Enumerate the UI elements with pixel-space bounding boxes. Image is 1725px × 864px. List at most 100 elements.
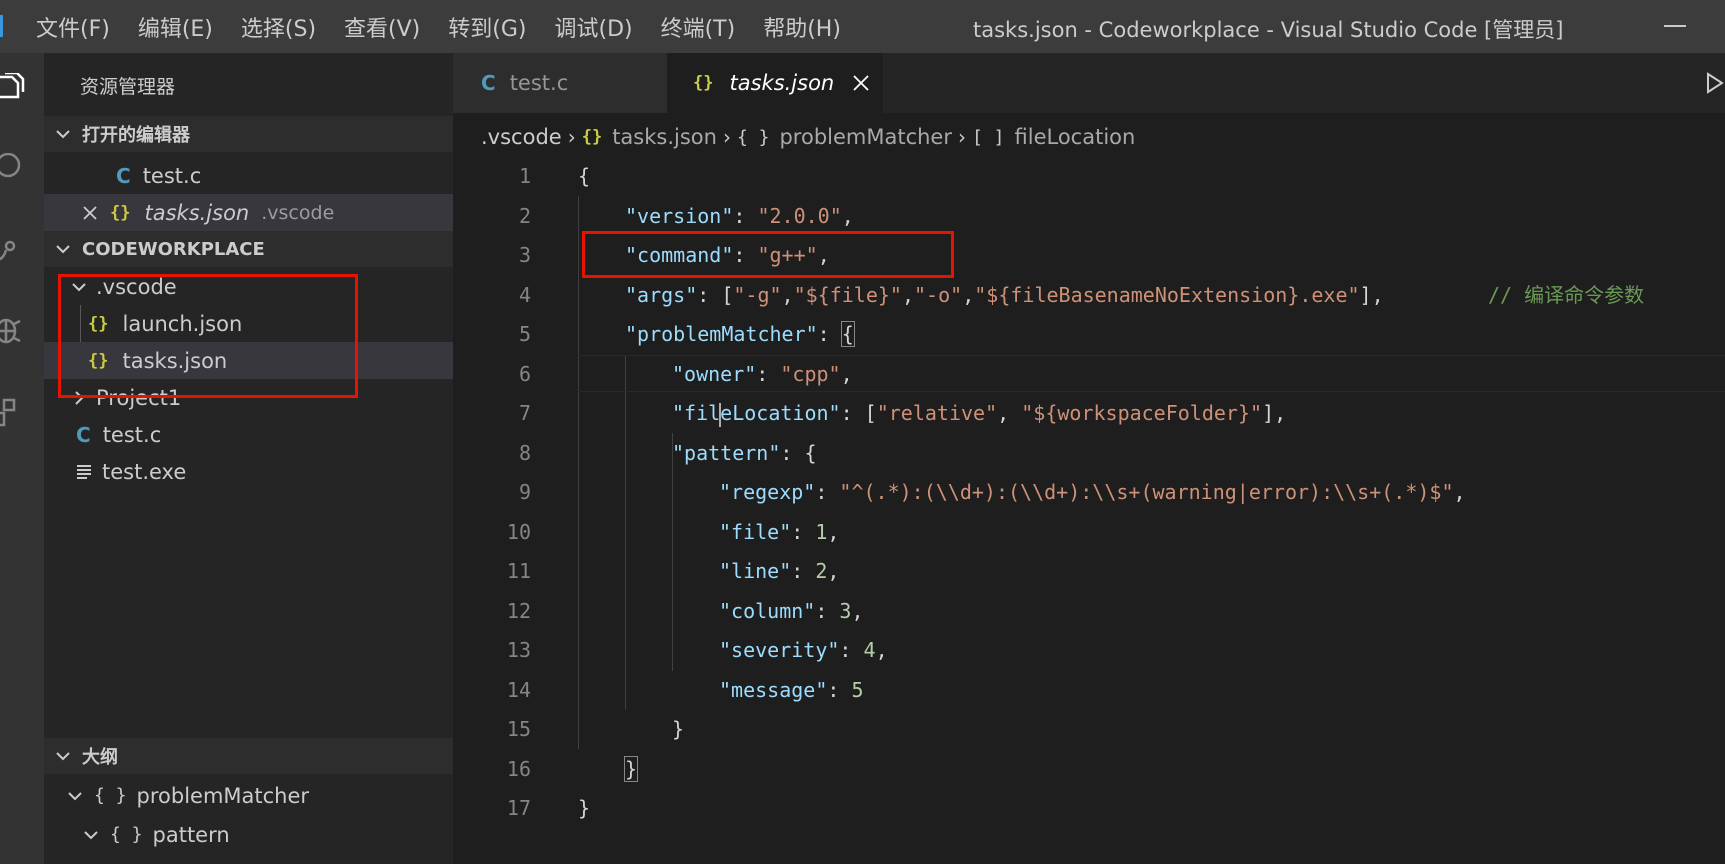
line-number: 11 bbox=[506, 559, 531, 583]
close-icon[interactable] bbox=[851, 73, 871, 93]
code-token: { bbox=[578, 164, 591, 188]
json-key: "line" bbox=[719, 559, 792, 583]
object-icon: { } bbox=[110, 824, 143, 845]
menu-go[interactable]: 转到(G) bbox=[448, 11, 526, 43]
activity-bar bbox=[0, 53, 44, 864]
code-token: : bbox=[839, 638, 864, 662]
outline-header[interactable]: 大纲 bbox=[44, 738, 453, 774]
title-bar: 文件(F) 编辑(E) 选择(S) 查看(V) 转到(G) 调试(D) 终端(T… bbox=[0, 0, 1725, 53]
code-token: , bbox=[840, 361, 853, 386]
code-token: : bbox=[827, 677, 852, 702]
code-editor[interactable]: 1 2 3 4 5 6 7 8 9 10 11 12 13 14 15 16 1… bbox=[453, 157, 1725, 864]
json-key: eLocation" bbox=[720, 401, 841, 425]
json-string: "cpp" bbox=[780, 361, 841, 386]
c-file-icon: C bbox=[481, 71, 496, 95]
line-number: 2 bbox=[518, 203, 531, 228]
json-key: "regexp" bbox=[719, 480, 816, 504]
code-token: : bbox=[815, 598, 840, 623]
json-string: "${fileBasenameNoExtension}.exe" bbox=[974, 282, 1360, 307]
open-editor-item-test-c[interactable]: C test.c bbox=[44, 157, 453, 194]
tree-file-test-exe[interactable]: test.exe bbox=[44, 453, 453, 490]
tab-tasks-json[interactable]: {} tasks.json bbox=[667, 53, 883, 113]
code-token: } bbox=[578, 796, 591, 820]
source-control-icon[interactable] bbox=[0, 238, 30, 268]
outline-item-problemmatcher[interactable]: { } problemMatcher bbox=[44, 777, 453, 814]
menu-help[interactable]: 帮助(H) bbox=[763, 11, 841, 43]
code-token: , bbox=[962, 282, 975, 307]
line-number: 8 bbox=[518, 440, 531, 465]
menu-debug[interactable]: 调试(D) bbox=[554, 11, 632, 43]
line-number: 9 bbox=[518, 480, 531, 504]
code-line: "args": ["-g","${file}","-o","${fileBase… bbox=[625, 276, 1384, 316]
search-icon[interactable] bbox=[0, 153, 30, 183]
workspace-header[interactable]: CODEWORKPLACE bbox=[44, 231, 453, 267]
outline-title: 大纲 bbox=[82, 747, 118, 768]
outline-item-pattern[interactable]: { } pattern bbox=[44, 816, 453, 853]
json-string: "-g" bbox=[733, 282, 782, 307]
breadcrumb-object[interactable]: problemMatcher bbox=[779, 125, 952, 149]
menu-file[interactable]: 文件(F) bbox=[36, 11, 110, 43]
c-file-icon: C bbox=[116, 163, 131, 188]
code-token: ], bbox=[1359, 282, 1384, 307]
open-editor-label: tasks.json bbox=[144, 200, 250, 225]
json-key: "problemMatcher" bbox=[625, 322, 818, 346]
line-number: 4 bbox=[518, 282, 531, 307]
code-token: , bbox=[827, 559, 840, 583]
vscode-logo-icon bbox=[0, 15, 3, 37]
json-number: 4 bbox=[863, 638, 876, 662]
open-editors-header[interactable]: 打开的编辑器 bbox=[44, 116, 453, 152]
json-number: 5 bbox=[851, 677, 864, 702]
tree-file-test-c[interactable]: C test.c bbox=[44, 416, 453, 453]
debug-icon[interactable] bbox=[0, 315, 30, 345]
run-icon[interactable] bbox=[1706, 72, 1724, 94]
json-string: "${workspaceFolder}" bbox=[1021, 401, 1263, 425]
code-line: "column": 3, bbox=[719, 592, 864, 632]
close-icon[interactable] bbox=[82, 205, 98, 221]
tab-test-c[interactable]: C test.c bbox=[453, 53, 667, 113]
line-number: 15 bbox=[506, 717, 531, 741]
code-token: , bbox=[901, 282, 915, 307]
menu-terminal[interactable]: 终端(T) bbox=[661, 11, 736, 43]
extensions-icon[interactable] bbox=[0, 398, 30, 428]
window-title: tasks.json - Codeworkplace - Visual Stud… bbox=[973, 18, 1564, 42]
sidebar-title: 资源管理器 bbox=[80, 76, 176, 98]
tab-bar: C test.c {} tasks.json bbox=[453, 53, 1725, 113]
explorer-icon[interactable] bbox=[0, 73, 30, 103]
code-line: } bbox=[578, 789, 590, 829]
json-string: "^(.*):(\\d+):(\\d+):\\s+(warning|error)… bbox=[839, 480, 1454, 504]
code-line: } bbox=[672, 710, 684, 750]
tab-label: test.c bbox=[509, 71, 569, 95]
breadcrumb-folder[interactable]: .vscode bbox=[481, 125, 562, 149]
code-line: "line": 2, bbox=[719, 552, 839, 592]
code-line: { bbox=[578, 157, 590, 197]
json-key: "column" bbox=[719, 598, 816, 623]
matched-bracket: } bbox=[623, 755, 639, 782]
menu-view[interactable]: 查看(V) bbox=[344, 11, 420, 43]
code-token: } bbox=[672, 717, 685, 741]
open-editor-label: test.c bbox=[142, 163, 202, 188]
json-key: "severity" bbox=[719, 638, 840, 662]
json-number: 1 bbox=[815, 519, 828, 544]
code-line: "message": 5 bbox=[719, 671, 864, 711]
json-key: "version" bbox=[625, 203, 734, 228]
c-file-icon: C bbox=[76, 422, 91, 447]
code-token: : [ bbox=[840, 401, 877, 425]
code-line: "owner": "cpp", bbox=[672, 355, 853, 395]
menu-selection[interactable]: 选择(S) bbox=[241, 11, 316, 43]
line-number: 14 bbox=[506, 677, 531, 702]
open-editors-title: 打开的编辑器 bbox=[82, 125, 190, 146]
highlight-box-command bbox=[582, 231, 954, 278]
code-token: : bbox=[791, 519, 816, 544]
open-editor-folder: .vscode bbox=[261, 201, 335, 224]
code-line: "problemMatcher": { bbox=[625, 315, 855, 355]
minimize-icon[interactable] bbox=[1664, 25, 1686, 27]
open-editor-item-tasks-json[interactable]: {} tasks.json .vscode bbox=[44, 194, 453, 231]
tab-label: tasks.json bbox=[729, 71, 835, 95]
line-number: 7 bbox=[518, 401, 531, 425]
menu-edit[interactable]: 编辑(E) bbox=[138, 11, 213, 43]
code-token: , bbox=[997, 401, 1022, 425]
breadcrumb-array[interactable]: fileLocation bbox=[1015, 125, 1136, 149]
breadcrumb-file[interactable]: tasks.json bbox=[612, 125, 717, 149]
outline-label: pattern bbox=[152, 822, 230, 847]
line-number: 16 bbox=[506, 756, 531, 781]
